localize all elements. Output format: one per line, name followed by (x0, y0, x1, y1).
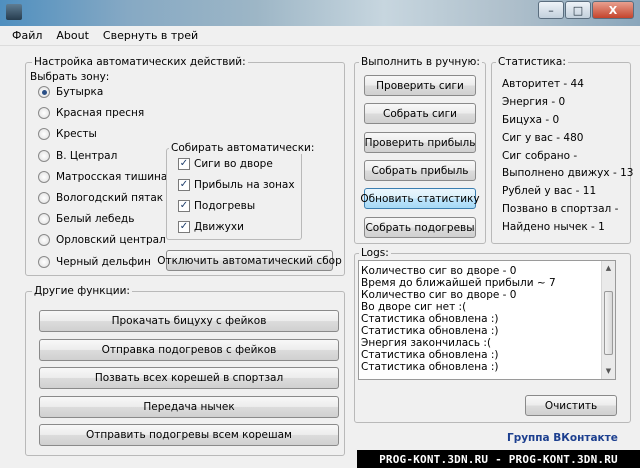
stat-cigs-collected: Сиг собрано - (502, 150, 578, 162)
collect-parcels-checkbox[interactable]: ✓ Подогревы (178, 200, 255, 212)
title-bar: – □ X (0, 0, 640, 26)
log-line: Статистика обновлена :) (361, 313, 499, 325)
log-line: Статистика обновлена :) (361, 325, 499, 337)
log-line: Количество сиг во дворе - 0 (361, 289, 517, 301)
stats-title: Статистика: (496, 56, 568, 68)
pump-biceps-button[interactable]: Прокачать бицуху с фейков (39, 310, 339, 332)
radio-button[interactable] (38, 128, 50, 140)
log-line: Время до ближайшей прибыли ~ 7 (361, 277, 556, 289)
zone-radio-krasnaya-presnya[interactable]: Красная пресня (38, 107, 144, 119)
radio-button[interactable] (38, 213, 50, 225)
checkbox[interactable]: ✓ (178, 200, 190, 212)
invite-friends-gym-button[interactable]: Позвать всех корешей в спортзал (39, 367, 339, 389)
zone-label-text: Кресты (56, 128, 97, 140)
zone-label-text: Бутырка (56, 86, 104, 98)
collect-profit-checkbox[interactable]: ✓ Прибыль на зонах (178, 179, 295, 191)
checkbox[interactable]: ✓ (178, 158, 190, 170)
zone-radio-butyrka[interactable]: Бутырка (38, 86, 103, 98)
radio-button[interactable] (38, 107, 50, 119)
log-scrollbar[interactable]: ▲ ▼ (601, 261, 615, 379)
check-cigs-button[interactable]: Проверить сиги (364, 75, 476, 96)
clear-logs-button[interactable]: Очистить (525, 395, 617, 416)
log-line: Количество сиг во дворе - 0 (361, 265, 517, 277)
zone-radio-matrosskaya[interactable]: Матросская тишина (38, 171, 167, 183)
window-controls: – □ X (537, 1, 634, 19)
stat-authority: Авторитет - 44 (502, 78, 584, 90)
scroll-thumb[interactable] (604, 291, 613, 355)
send-parcels-all-button[interactable]: Отправить подогревы всем корешам (39, 424, 339, 446)
collect-parcels-button[interactable]: Собрать подогревы (364, 217, 476, 238)
manual-actions-title: Выполнить в ручную: (359, 56, 482, 68)
close-button[interactable]: X (592, 1, 634, 19)
collect-cigs-button[interactable]: Собрать сиги (364, 103, 476, 124)
stat-biceps: Бицуха - 0 (502, 114, 560, 126)
radio-button[interactable] (38, 256, 50, 268)
send-parcels-fakes-button[interactable]: Отправка подогревов с фейков (39, 339, 339, 361)
zone-label-text: Черный дельфин (56, 256, 151, 268)
stat-energy: Энергия - 0 (502, 96, 566, 108)
check-profit-button[interactable]: Проверить прибыль (364, 132, 476, 153)
checkbox-label: Подогревы (194, 200, 256, 212)
auto-actions-title: Настройка автоматических действий: (32, 56, 248, 68)
zone-label-text: Белый лебедь (56, 213, 135, 225)
log-line: Во дворе сиг нет :( (361, 301, 467, 313)
radio-button[interactable] (38, 150, 50, 162)
zone-label-text: Красная пресня (56, 107, 145, 119)
zone-label-text: Матросская тишина (56, 171, 168, 183)
stat-gym-invited: Позвано в спортзал - (502, 203, 619, 215)
log-line: Статистика обновлена :) (361, 349, 499, 361)
watermark-banner: PROG-KONT.3DN.RU - PROG-KONT.3DN.RU (357, 450, 640, 468)
collect-profit-button[interactable]: Собрать прибыль (364, 160, 476, 181)
log-line: Статистика обновлена :) (361, 361, 499, 373)
zone-label-text: В. Централ (56, 150, 118, 162)
log-textarea[interactable]: Количество сиг во дворе - 0 Время до бли… (358, 260, 616, 380)
collect-auto-title: Собирать автоматически: (169, 142, 317, 154)
checkbox[interactable]: ✓ (178, 221, 190, 233)
stat-rubles: Рублей у вас - 11 (502, 185, 597, 197)
zone-label-text: Вологодский пятак (56, 192, 164, 204)
stat-moves-done: Выполнено движух - 13 (502, 167, 634, 179)
stat-stashes-found: Найдено нычек - 1 (502, 221, 605, 233)
maximize-button[interactable]: □ (565, 1, 591, 19)
collect-cigs-checkbox[interactable]: ✓ Сиги во дворе (178, 158, 273, 170)
radio-button[interactable] (38, 192, 50, 204)
checkbox-label: Прибыль на зонах (194, 179, 295, 191)
radio-button[interactable] (38, 86, 50, 98)
scroll-down-icon[interactable]: ▼ (604, 367, 613, 376)
menu-bar: Файл About Свернуть в трей (0, 26, 640, 46)
collect-moves-checkbox[interactable]: ✓ Движухи (178, 221, 244, 233)
menu-about[interactable]: About (56, 29, 89, 42)
zone-radio-cherny-delfin[interactable]: Черный дельфин (38, 256, 151, 268)
zone-label-text: Орловский централ (56, 234, 166, 246)
zone-radio-vologodsky[interactable]: Вологодский пятак (38, 192, 163, 204)
checkbox-label: Движухи (194, 221, 244, 233)
disable-auto-collect-button[interactable]: Отключить автоматический сбор (157, 250, 342, 271)
zone-radio-kresty[interactable]: Кресты (38, 128, 97, 140)
checkbox[interactable]: ✓ (178, 179, 190, 191)
menu-file[interactable]: Файл (12, 29, 42, 42)
stat-cigs: Сиг у вас - 480 (502, 132, 584, 144)
zone-radio-bely-lebed[interactable]: Белый лебедь (38, 213, 134, 225)
app-icon (6, 4, 22, 20)
radio-button[interactable] (38, 171, 50, 183)
logs-title: Logs: (359, 247, 391, 259)
refresh-stats-button[interactable]: Обновить статистику (360, 188, 480, 209)
log-line: Энергия закончилась :( (361, 337, 492, 349)
other-functions-title: Другие функции: (32, 285, 132, 297)
checkbox-label: Сиги во дворе (194, 158, 273, 170)
radio-button[interactable] (38, 234, 50, 246)
scroll-up-icon[interactable]: ▲ (604, 264, 613, 273)
zone-label: Выбрать зону: (30, 71, 110, 83)
zone-radio-v-central[interactable]: В. Централ (38, 150, 117, 162)
zone-radio-orlovsky[interactable]: Орловский централ (38, 234, 166, 246)
vk-group-link[interactable]: Группа ВКонтакте (507, 432, 618, 444)
minimize-button[interactable]: – (538, 1, 564, 19)
transfer-stashes-button[interactable]: Передача нычек (39, 396, 339, 418)
menu-minimize-to-tray[interactable]: Свернуть в трей (103, 29, 198, 42)
